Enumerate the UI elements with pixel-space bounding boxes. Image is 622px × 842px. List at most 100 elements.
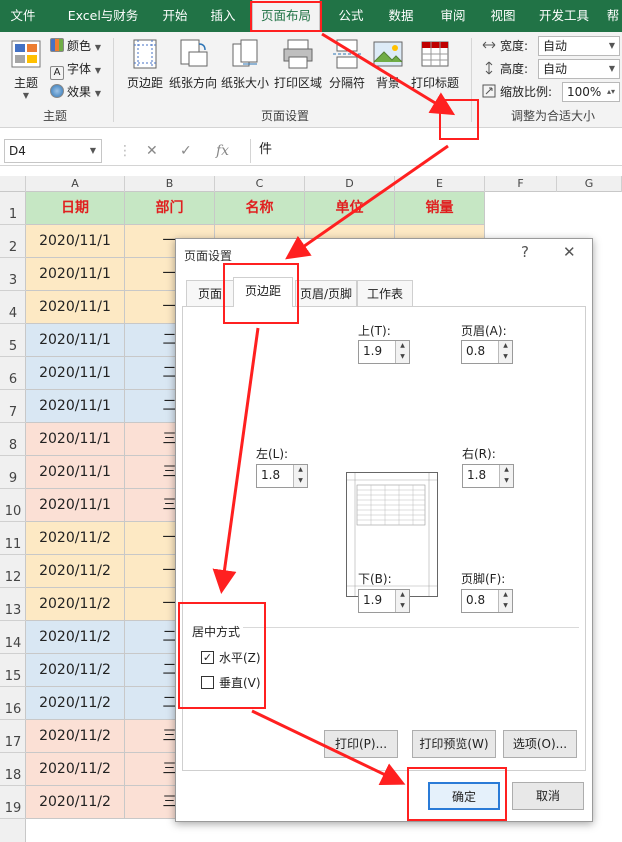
column-header[interactable]: C: [215, 176, 305, 192]
tab-excel-finance[interactable]: Excel与财务: [58, 0, 148, 32]
column-header[interactable]: F: [485, 176, 557, 192]
print-preview-button[interactable]: 打印预览(W): [412, 730, 496, 758]
tab-view[interactable]: 视图: [484, 0, 522, 32]
insert-function-icon[interactable]: fx: [216, 143, 229, 159]
cancel-entry-icon[interactable]: ✕: [146, 143, 158, 159]
date-cell[interactable]: 2020/11/2: [26, 687, 125, 720]
row-header[interactable]: 14: [0, 621, 26, 654]
spin-down-icon[interactable]: ▼: [293, 476, 307, 487]
ok-button[interactable]: 确定: [428, 782, 500, 810]
tab-sheet[interactable]: 工作表: [357, 280, 413, 306]
table-header-cell[interactable]: 部门: [125, 192, 215, 225]
effects-button[interactable]: 效果 ▼: [50, 82, 101, 102]
select-all-corner[interactable]: [0, 176, 26, 192]
row-header[interactable]: 7: [0, 390, 26, 423]
date-cell[interactable]: 2020/11/1: [26, 456, 125, 489]
drag-handle-icon[interactable]: ⋮: [118, 143, 132, 159]
row-header[interactable]: 1: [0, 192, 26, 225]
height-select[interactable]: 自动 ▼: [538, 59, 620, 79]
spin-up-icon[interactable]: ▲: [395, 341, 409, 352]
cancel-button[interactable]: 取消: [512, 782, 584, 810]
tab-insert[interactable]: 插入: [204, 0, 242, 32]
row-header[interactable]: 5: [0, 324, 26, 357]
breaks-button[interactable]: 分隔符: [326, 38, 368, 100]
tab-review[interactable]: 审阅: [434, 0, 472, 32]
scale-spinner[interactable]: 100% ▴▾: [562, 82, 620, 102]
row-header[interactable]: 6: [0, 357, 26, 390]
close-icon[interactable]: ✕: [563, 243, 576, 261]
tab-formulas[interactable]: 公式: [332, 0, 370, 32]
options-button[interactable]: 选项(O)...: [503, 730, 577, 758]
top-margin-spinner[interactable]: 1.9 ▲ ▼: [358, 340, 410, 364]
date-cell[interactable]: 2020/11/1: [26, 291, 125, 324]
tab-data[interactable]: 数据: [382, 0, 420, 32]
column-header[interactable]: D: [305, 176, 395, 192]
row-header[interactable]: 13: [0, 588, 26, 621]
date-cell[interactable]: 2020/11/1: [26, 390, 125, 423]
tab-help[interactable]: 帮: [604, 0, 622, 32]
date-cell[interactable]: 2020/11/2: [26, 522, 125, 555]
spin-up-icon[interactable]: ▲: [499, 465, 513, 476]
row-header[interactable]: 8: [0, 423, 26, 456]
date-cell[interactable]: 2020/11/2: [26, 588, 125, 621]
spin-down-icon[interactable]: ▼: [395, 352, 409, 363]
table-header-cell[interactable]: 名称: [215, 192, 305, 225]
date-cell[interactable]: 2020/11/2: [26, 654, 125, 687]
tab-page[interactable]: 页面: [186, 280, 234, 306]
date-cell[interactable]: 2020/11/2: [26, 720, 125, 753]
table-header-cell[interactable]: 日期: [26, 192, 125, 225]
row-header[interactable]: 19: [0, 786, 26, 819]
date-cell[interactable]: 2020/11/1: [26, 225, 125, 258]
enter-entry-icon[interactable]: ✓: [180, 143, 192, 159]
row-header[interactable]: 2: [0, 225, 26, 258]
bottom-margin-spinner[interactable]: 1.9 ▲ ▼: [358, 589, 410, 613]
header-margin-spinner[interactable]: 0.8 ▲ ▼: [461, 340, 513, 364]
themes-button[interactable]: 主题 ▼: [6, 38, 46, 100]
row-header[interactable]: 9: [0, 456, 26, 489]
date-cell[interactable]: 2020/11/1: [26, 258, 125, 291]
table-header-cell[interactable]: 销量: [395, 192, 485, 225]
tab-file[interactable]: 文件: [0, 0, 46, 32]
formula-input[interactable]: 件: [250, 139, 620, 163]
spin-down-icon[interactable]: ▼: [499, 476, 513, 487]
table-header-cell[interactable]: 单位: [305, 192, 395, 225]
size-button[interactable]: 纸张大小: [220, 38, 270, 100]
orientation-button[interactable]: 纸张方向: [168, 38, 218, 100]
spin-down-icon[interactable]: ▼: [498, 601, 512, 612]
row-header[interactable]: 10: [0, 489, 26, 522]
date-cell[interactable]: 2020/11/2: [26, 786, 125, 819]
fonts-button[interactable]: A 字体 ▼: [50, 59, 101, 80]
spin-up-icon[interactable]: ▲: [498, 590, 512, 601]
column-header[interactable]: B: [125, 176, 215, 192]
tab-margins[interactable]: 页边距: [233, 277, 293, 307]
column-header[interactable]: E: [395, 176, 485, 192]
date-cell[interactable]: 2020/11/1: [26, 423, 125, 456]
date-cell[interactable]: 2020/11/1: [26, 489, 125, 522]
vertical-checkbox[interactable]: [201, 676, 214, 689]
row-header[interactable]: 16: [0, 687, 26, 720]
spin-up-icon[interactable]: ▲: [293, 465, 307, 476]
column-header[interactable]: G: [557, 176, 622, 192]
print-area-button[interactable]: 打印区域: [273, 38, 323, 100]
horizontal-checkbox[interactable]: ✓: [201, 651, 214, 664]
column-header[interactable]: A: [26, 176, 125, 192]
row-header[interactable]: 4: [0, 291, 26, 324]
row-header[interactable]: 15: [0, 654, 26, 687]
width-select[interactable]: 自动 ▼: [538, 36, 620, 56]
help-icon[interactable]: ?: [521, 243, 529, 261]
tab-page-layout[interactable]: 页面布局: [252, 0, 320, 32]
right-margin-spinner[interactable]: 1.8 ▲ ▼: [462, 464, 514, 488]
spin-up-icon[interactable]: ▲: [498, 341, 512, 352]
date-cell[interactable]: 2020/11/1: [26, 324, 125, 357]
spin-up-icon[interactable]: ▲: [395, 590, 409, 601]
row-header[interactable]: 17: [0, 720, 26, 753]
date-cell[interactable]: 2020/11/2: [26, 621, 125, 654]
date-cell[interactable]: 2020/11/2: [26, 753, 125, 786]
row-header[interactable]: 18: [0, 753, 26, 786]
colors-button[interactable]: 颜色 ▼: [50, 36, 101, 56]
spin-down-icon[interactable]: ▼: [395, 601, 409, 612]
row-header[interactable]: 12: [0, 555, 26, 588]
tab-header-footer[interactable]: 页眉/页脚: [295, 280, 357, 306]
name-box[interactable]: D4 ▼: [4, 139, 102, 163]
tab-developer[interactable]: 开发工具: [536, 0, 592, 32]
